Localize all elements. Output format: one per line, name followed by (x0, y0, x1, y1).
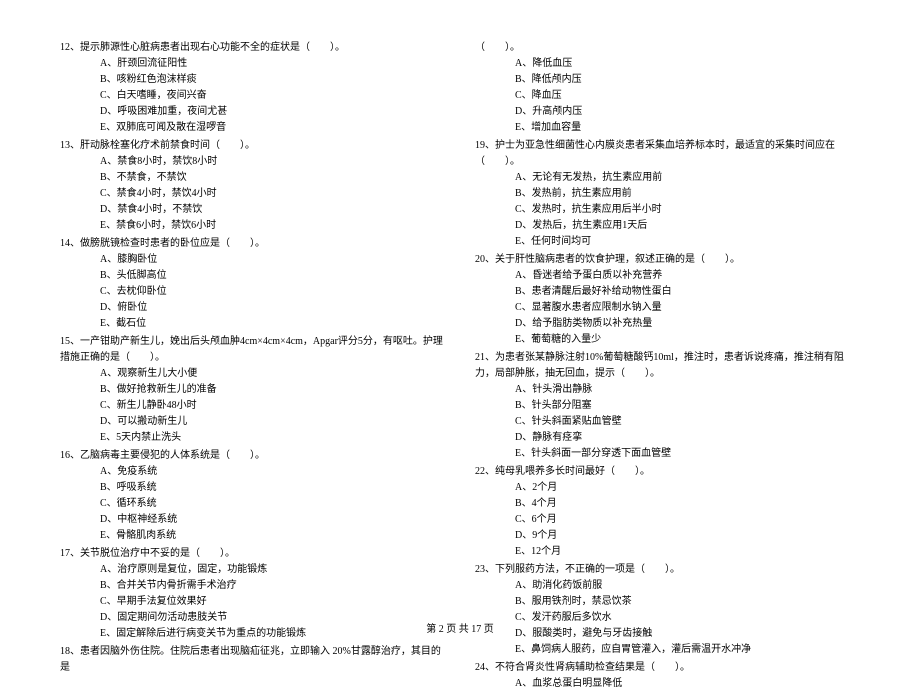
q22-opt-c: C、6个月 (475, 512, 860, 528)
q13-text: 13、肝动脉栓塞化疗术前禁食时间（ ）。 (60, 138, 445, 154)
question-23: 23、下列服药方法，不正确的一项是（ ）。 A、助消化药饭前服 B、服用铁剂时，… (475, 562, 860, 658)
q12-opt-e: E、双肺底可闻及散在湿啰音 (60, 120, 445, 136)
q18-text: 18、患者因脑外伤住院。住院后患者出现脑疝征兆，立即输入 20%甘露醇治疗，其目… (60, 644, 445, 676)
q20-text: 20、关于肝性脑病患者的饮食护理，叙述正确的是（ ）。 (475, 252, 860, 268)
q23-opt-a: A、助消化药饭前服 (475, 578, 860, 594)
question-18-cont: （ ）。 A、降低血压 B、降低颅内压 C、降血压 D、升高颅内压 E、增加血容… (475, 40, 860, 136)
right-column: （ ）。 A、降低血压 B、降低颅内压 C、降血压 D、升高颅内压 E、增加血容… (475, 40, 860, 694)
question-13: 13、肝动脉栓塞化疗术前禁食时间（ ）。 A、禁食8小时，禁饮8小时 B、不禁食… (60, 138, 445, 234)
q21-text: 21、为患者张某静脉注射10%葡萄糖酸钙10ml，推注时，患者诉说疼痛，推注稍有… (475, 350, 860, 382)
page-footer: 第 2 页 共 17 页 (0, 620, 920, 635)
left-column: 12、提示肺源性心脏病患者出现右心功能不全的症状是（ ）。 A、肝颈回流征阳性 … (60, 40, 445, 694)
q20-opt-d: D、给予脂肪类物质以补充热量 (475, 316, 860, 332)
q17-text: 17、关节脱位治疗中不妥的是（ ）。 (60, 546, 445, 562)
q23-opt-e: E、鼻饲病人服药，应自胃管灌入，灌后需温开水冲净 (475, 642, 860, 658)
q12-text: 12、提示肺源性心脏病患者出现右心功能不全的症状是（ ）。 (60, 40, 445, 56)
q13-opt-a: A、禁食8小时，禁饮8小时 (60, 154, 445, 170)
q15-opt-c: C、新生儿静卧48小时 (60, 398, 445, 414)
q21-opt-d: D、静脉有痉挛 (475, 430, 860, 446)
q16-opt-b: B、呼吸系统 (60, 480, 445, 496)
q14-opt-a: A、膝胸卧位 (60, 252, 445, 268)
q19-opt-c: C、发热时，抗生素应用后半小时 (475, 202, 860, 218)
question-22: 22、纯母乳喂养多长时间最好（ ）。 A、2个月 B、4个月 C、6个月 D、9… (475, 464, 860, 560)
q14-text: 14、做膀胱镜检查时患者的卧位应是（ ）。 (60, 236, 445, 252)
q16-opt-c: C、循环系统 (60, 496, 445, 512)
q15-opt-e: E、5天内禁止洗头 (60, 430, 445, 446)
q19-opt-d: D、发热后，抗生素应用1天后 (475, 218, 860, 234)
q22-opt-a: A、2个月 (475, 480, 860, 496)
q12-opt-b: B、咳粉红色泡沫样痰 (60, 72, 445, 88)
q18-opt-d: D、升高颅内压 (475, 104, 860, 120)
question-19: 19、护士为亚急性细菌性心内膜炎患者采集血培养标本时，最适宜的采集时间应在（ ）… (475, 138, 860, 250)
q13-opt-e: E、禁食6小时，禁饮6小时 (60, 218, 445, 234)
q13-opt-d: D、禁食4小时，不禁饮 (60, 202, 445, 218)
question-24: 24、不符合肾炎性肾病辅助检查结果是（ ）。 A、血浆总蛋白明显降低 (475, 660, 860, 692)
q21-opt-e: E、针头斜面一部分穿透下面血管壁 (475, 446, 860, 462)
q19-opt-b: B、发热前，抗生素应用前 (475, 186, 860, 202)
question-14: 14、做膀胱镜检查时患者的卧位应是（ ）。 A、膝胸卧位 B、头低脚高位 C、去… (60, 236, 445, 332)
q20-opt-b: B、患者清醒后最好补给动物性蛋白 (475, 284, 860, 300)
q15-text: 15、一产钳助产新生儿，娩出后头颅血肿4cm×4cm×4cm，Apgar评分5分… (60, 334, 445, 366)
question-16: 16、乙脑病毒主要侵犯的人体系统是（ ）。 A、免疫系统 B、呼吸系统 C、循环… (60, 448, 445, 544)
q16-text: 16、乙脑病毒主要侵犯的人体系统是（ ）。 (60, 448, 445, 464)
question-15: 15、一产钳助产新生儿，娩出后头颅血肿4cm×4cm×4cm，Apgar评分5分… (60, 334, 445, 446)
q17-opt-b: B、合并关节内骨折需手术治疗 (60, 578, 445, 594)
q16-opt-e: E、骨骼肌肉系统 (60, 528, 445, 544)
q15-opt-b: B、做好抢救新生儿的准备 (60, 382, 445, 398)
q16-opt-d: D、中枢神经系统 (60, 512, 445, 528)
q17-opt-a: A、治疗原则是复位，固定，功能锻炼 (60, 562, 445, 578)
q14-opt-c: C、去枕仰卧位 (60, 284, 445, 300)
q21-opt-a: A、针头滑出静脉 (475, 382, 860, 398)
q16-opt-a: A、免疫系统 (60, 464, 445, 480)
q24-text: 24、不符合肾炎性肾病辅助检查结果是（ ）。 (475, 660, 860, 676)
q20-opt-e: E、葡萄糖的入量少 (475, 332, 860, 348)
q22-opt-d: D、9个月 (475, 528, 860, 544)
question-18: 18、患者因脑外伤住院。住院后患者出现脑疝征兆，立即输入 20%甘露醇治疗，其目… (60, 644, 445, 676)
q13-opt-b: B、不禁食，不禁饮 (60, 170, 445, 186)
q15-opt-a: A、观察新生儿大小便 (60, 366, 445, 382)
q22-opt-b: B、4个月 (475, 496, 860, 512)
question-20: 20、关于肝性脑病患者的饮食护理，叙述正确的是（ ）。 A、昏迷者给予蛋白质以补… (475, 252, 860, 348)
q13-opt-c: C、禁食4小时，禁饮4小时 (60, 186, 445, 202)
q12-opt-c: C、白天嗜睡，夜间兴奋 (60, 88, 445, 104)
q21-opt-b: B、针头部分阻塞 (475, 398, 860, 414)
q23-opt-b: B、服用铁剂时，禁忌饮茶 (475, 594, 860, 610)
question-21: 21、为患者张某静脉注射10%葡萄糖酸钙10ml，推注时，患者诉说疼痛，推注稍有… (475, 350, 860, 462)
q18-opt-a: A、降低血压 (475, 56, 860, 72)
q23-text: 23、下列服药方法，不正确的一项是（ ）。 (475, 562, 860, 578)
q21-opt-c: C、针头斜面紧贴血管壁 (475, 414, 860, 430)
q18-opt-b: B、降低颅内压 (475, 72, 860, 88)
question-12: 12、提示肺源性心脏病患者出现右心功能不全的症状是（ ）。 A、肝颈回流征阳性 … (60, 40, 445, 136)
q18-opt-c: C、降血压 (475, 88, 860, 104)
q14-opt-e: E、截石位 (60, 316, 445, 332)
q22-text: 22、纯母乳喂养多长时间最好（ ）。 (475, 464, 860, 480)
q19-text: 19、护士为亚急性细菌性心内膜炎患者采集血培养标本时，最适宜的采集时间应在（ ）… (475, 138, 860, 170)
q18-opt-e: E、增加血容量 (475, 120, 860, 136)
q17-opt-c: C、早期手法复位效果好 (60, 594, 445, 610)
q14-opt-d: D、俯卧位 (60, 300, 445, 316)
q19-opt-e: E、任何时间均可 (475, 234, 860, 250)
q20-opt-c: C、显著腹水患者应限制水钠入量 (475, 300, 860, 316)
q12-opt-a: A、肝颈回流征阳性 (60, 56, 445, 72)
q22-opt-e: E、12个月 (475, 544, 860, 560)
q12-opt-d: D、呼吸困难加重，夜间尤甚 (60, 104, 445, 120)
q18-cont-text: （ ）。 (475, 40, 860, 56)
page-content: 12、提示肺源性心脏病患者出现右心功能不全的症状是（ ）。 A、肝颈回流征阳性 … (60, 40, 860, 694)
q14-opt-b: B、头低脚高位 (60, 268, 445, 284)
q24-opt-a: A、血浆总蛋白明显降低 (475, 676, 860, 692)
q15-opt-d: D、可以搬动新生儿 (60, 414, 445, 430)
q20-opt-a: A、昏迷者给予蛋白质以补充营养 (475, 268, 860, 284)
q19-opt-a: A、无论有无发热，抗生素应用前 (475, 170, 860, 186)
